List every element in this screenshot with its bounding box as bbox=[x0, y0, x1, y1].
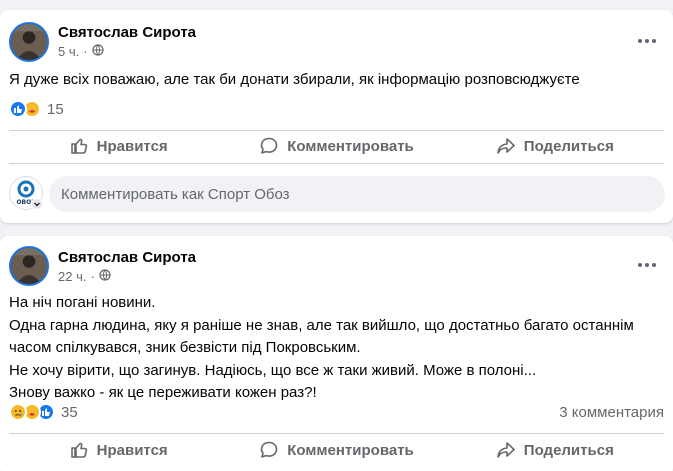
comment-button[interactable]: Комментировать bbox=[227, 433, 445, 467]
author-avatar[interactable] bbox=[9, 22, 49, 62]
comment-icon bbox=[260, 441, 278, 458]
more-options-icon[interactable] bbox=[633, 31, 661, 51]
post-meta: 5 ч. · bbox=[58, 44, 104, 59]
like-button-label: Нравится bbox=[96, 137, 168, 155]
post-text: На ніч погані новини. Одна гарна людина,… bbox=[9, 292, 661, 405]
chevron-down-icon[interactable] bbox=[31, 198, 43, 210]
comments-count-link[interactable]: 3 комментария bbox=[559, 404, 664, 421]
post-time[interactable]: 22 ч. bbox=[58, 269, 86, 284]
comment-button-label: Комментировать bbox=[287, 137, 414, 155]
like-reaction-icon bbox=[9, 100, 27, 118]
post-text-line: Одна гарна людина, яку я раніше не знав,… bbox=[9, 316, 634, 334]
thumbs-up-icon bbox=[70, 138, 87, 154]
author-name[interactable]: Святослав Сирота bbox=[58, 24, 196, 41]
share-button-label: Поделиться bbox=[523, 137, 614, 155]
share-button[interactable]: Поделиться bbox=[446, 129, 664, 163]
reactions-summary[interactable]: 35 bbox=[9, 403, 78, 421]
comment-button[interactable]: Комментировать bbox=[227, 129, 445, 163]
sad-reaction-icon bbox=[9, 403, 27, 421]
thumbs-up-icon bbox=[70, 442, 87, 458]
divider bbox=[9, 163, 664, 164]
globe-icon bbox=[91, 44, 104, 59]
post-time[interactable]: 5 ч. bbox=[58, 44, 79, 59]
author-avatar[interactable] bbox=[9, 246, 49, 286]
like-button-label: Нравится bbox=[96, 441, 168, 459]
more-options-icon[interactable] bbox=[633, 255, 661, 275]
post-text-line: Не хочу вірити, що загинув. Надіюсь, що … bbox=[9, 361, 537, 379]
post-text-line: Я дуже всіх поважаю, але так би донати з… bbox=[9, 71, 580, 88]
post-text-line: Знову важко - як це переживати кожен раз… bbox=[9, 384, 317, 401]
post-card: Святослав Сирота 22 ч. · На ніч погані н… bbox=[0, 236, 673, 471]
comment-icon bbox=[260, 137, 278, 154]
share-icon bbox=[496, 442, 515, 458]
reactions-count[interactable]: 15 bbox=[47, 101, 64, 118]
share-button-label: Поделиться bbox=[523, 441, 614, 459]
post-card: Святослав Сирота 5 ч. · Я дуже всіх пова… bbox=[0, 10, 673, 223]
globe-icon bbox=[99, 269, 111, 284]
reactions-count[interactable]: 35 bbox=[61, 404, 78, 421]
post-actions: Нравится Комментировать Поделиться bbox=[9, 433, 664, 467]
author-name[interactable]: Святослав Сирота bbox=[58, 249, 196, 266]
share-button[interactable]: Поделиться bbox=[446, 433, 664, 467]
comment-button-label: Комментировать bbox=[287, 441, 414, 459]
post-text-line: часом спілкувався, зник безвісти під Пок… bbox=[9, 339, 361, 356]
like-button[interactable]: Нравится bbox=[9, 129, 227, 163]
like-button[interactable]: Нравится bbox=[9, 433, 227, 467]
post-actions: Нравится Комментировать Поделиться bbox=[9, 129, 664, 163]
reactions-summary[interactable]: 15 bbox=[9, 100, 64, 118]
post-text: Я дуже всіх поважаю, але так би донати з… bbox=[9, 69, 661, 92]
post-meta: 22 ч. · bbox=[58, 269, 111, 284]
share-icon bbox=[496, 138, 515, 154]
post-text-line: На ніч погані новини. bbox=[9, 294, 156, 311]
comment-input[interactable]: Комментировать как Спорт Обоз bbox=[49, 176, 665, 212]
